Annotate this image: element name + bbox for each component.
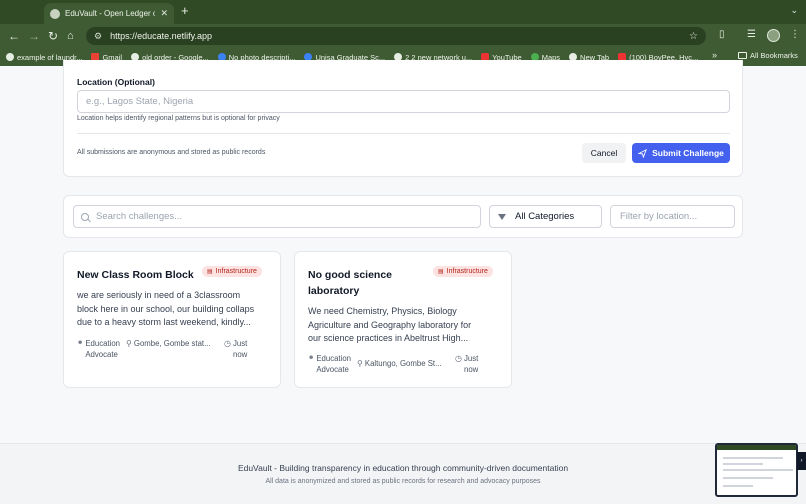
category-badge: ▤ Infrastructure xyxy=(202,266,262,277)
send-icon xyxy=(638,148,648,158)
filter-funnel-icon xyxy=(498,213,506,220)
description-line: due to a heavy storm last weekend, kindl… xyxy=(77,317,251,327)
challenge-description: we are seriously in need of a 3classroom… xyxy=(77,289,269,330)
new-tab-button[interactable]: + xyxy=(181,3,189,18)
google-icon xyxy=(6,53,14,61)
filter-bar: Search challenges... All Categories Filt… xyxy=(63,195,743,238)
location-text: Gombe, Gombe stat... xyxy=(133,339,211,348)
description-line: block here in our school, our building c… xyxy=(77,303,255,314)
submit-label: Submit Challenge xyxy=(652,148,724,158)
folder-icon xyxy=(738,52,747,59)
profile-avatar[interactable] xyxy=(767,29,780,42)
submit-challenge-button[interactable]: Submit Challenge xyxy=(632,143,730,163)
author-line: Education xyxy=(85,339,121,348)
thumbnail-line xyxy=(723,477,773,479)
author-line: Advocate xyxy=(316,365,349,374)
time-line: Just xyxy=(464,354,479,363)
description-line: we are seriously in need of a 3classroom xyxy=(77,290,241,300)
close-tab-icon[interactable]: ✕ xyxy=(160,8,168,19)
challenge-card[interactable]: No good science laboratory ▤ Infrastructu… xyxy=(294,251,512,388)
time-line: now xyxy=(464,365,479,374)
title-line: laboratory xyxy=(308,285,360,297)
category-value: All Categories xyxy=(515,211,575,222)
site-info-icon[interactable]: ⚙ xyxy=(94,31,102,42)
challenge-title[interactable]: No good science laboratory xyxy=(308,267,432,299)
browser-tab[interactable]: EduVault - Open Ledger of E… ✕ xyxy=(44,3,174,24)
challenge-description: We need Chemistry, Physics, Biology Agri… xyxy=(308,305,500,346)
tab-search-chevron-icon[interactable]: ⌄ xyxy=(790,5,798,16)
time-line: Just xyxy=(233,339,248,348)
challenge-title[interactable]: New Class Room Block xyxy=(77,267,201,283)
category-select[interactable]: All Categories xyxy=(489,205,602,228)
timestamp: ◷ Just now xyxy=(455,353,478,375)
address-url[interactable]: https://educate.netlify.app xyxy=(110,31,689,41)
user-icon: ☻ xyxy=(77,340,84,346)
user-icon: ☻ xyxy=(308,355,315,361)
thumbnail-line xyxy=(723,485,753,487)
map-pin-icon: ⚲ xyxy=(357,359,363,368)
thumbnail-expand-icon[interactable]: › xyxy=(797,452,806,470)
menu-kebab-icon[interactable]: ⋮ xyxy=(790,29,800,40)
description-line: Agriculture and Geography laboratory for xyxy=(308,319,472,330)
challenge-card[interactable]: New Class Room Block ▤ Infrastructure we … xyxy=(63,251,281,388)
location-help-text: Location helps identify regional pattern… xyxy=(77,115,280,122)
challenge-form-card: Location (Optional) e.g., Lagos State, N… xyxy=(63,60,743,177)
cancel-button[interactable]: Cancel xyxy=(582,143,626,163)
thumbnail-browser-bar xyxy=(717,445,796,450)
map-pin-icon: ⚲ xyxy=(126,339,132,348)
challenge-meta: ☻ Education Advocate ⚲ Gombe, Gombe stat...… xyxy=(77,338,272,360)
description-line: our science practices in Abeltrust High.… xyxy=(308,333,469,343)
author-line: Education xyxy=(316,354,352,363)
thumbnail-line xyxy=(723,463,763,465)
clock-icon: ◷ xyxy=(224,339,231,348)
author-line: Advocate xyxy=(85,350,118,359)
tab-title: EduVault - Open Ledger of E… xyxy=(65,9,156,18)
badge-label: Infrastructure xyxy=(215,268,257,275)
extensions-icon[interactable]: ▯ xyxy=(719,29,725,40)
author: ☻ Education Advocate xyxy=(77,338,120,360)
browser-tab-strip: EduVault - Open Ledger of E… ✕ + ⌄ xyxy=(0,0,806,24)
page-footer: EduVault - Building transparency in educ… xyxy=(0,443,806,504)
location: ⚲ Gombe, Gombe stat... xyxy=(126,338,218,360)
reload-icon[interactable]: ↻ xyxy=(48,28,58,44)
location-filter-input[interactable]: Filter by location... xyxy=(610,205,735,228)
thumbnail-line xyxy=(723,469,793,471)
building-icon: ▤ xyxy=(207,269,213,275)
search-input[interactable]: Search challenges... xyxy=(73,205,481,228)
challenge-meta: ☻ Education Advocate ⚲ Kaltungo, Gombe St..… xyxy=(308,353,503,375)
forward-arrow-icon[interactable]: → xyxy=(28,28,40,44)
media-controls-icon[interactable]: ☰ xyxy=(747,29,756,40)
building-icon: ▤ xyxy=(438,269,444,275)
search-icon xyxy=(81,212,89,221)
site-favicon-icon xyxy=(50,8,60,19)
footer-tagline: EduVault - Building transparency in educ… xyxy=(237,463,569,473)
home-icon[interactable]: ⌂ xyxy=(67,28,74,44)
thumbnail-line xyxy=(723,457,783,459)
search-placeholder: Search challenges... xyxy=(96,211,183,222)
all-bookmarks-button[interactable]: All Bookmarks xyxy=(738,51,798,60)
location-input[interactable]: e.g., Lagos State, Nigeria xyxy=(77,90,730,113)
badge-label: Infrastructure xyxy=(446,268,488,275)
title-line: No good science xyxy=(308,269,393,281)
timestamp: ◷ Just now xyxy=(224,338,247,360)
time-line: now xyxy=(233,350,248,359)
location: ⚲ Kaltungo, Gombe St... xyxy=(357,358,449,375)
address-bar[interactable]: ⚙ https://educate.netlify.app ☆ xyxy=(86,27,706,45)
back-arrow-icon[interactable]: ← xyxy=(8,28,20,44)
location-text: Kaltungo, Gombe St... xyxy=(364,359,442,368)
clock-icon: ◷ xyxy=(455,354,462,363)
description-line: We need Chemistry, Physics, Biology xyxy=(308,306,457,316)
bookmark-star-icon[interactable]: ☆ xyxy=(689,31,698,42)
screenshot-preview-thumbnail[interactable] xyxy=(715,443,798,497)
author: ☻ Education Advocate xyxy=(308,353,351,375)
footer-note: All data is anonymized and stored as pub… xyxy=(265,478,541,485)
all-bookmarks-label: All Bookmarks xyxy=(750,51,798,60)
browser-toolbar: ← → ↻ ⌂ ⚙ https://educate.netlify.app ☆ … xyxy=(0,24,806,48)
location-label: Location (Optional) xyxy=(77,77,155,87)
category-badge: ▤ Infrastructure xyxy=(433,266,493,277)
form-divider xyxy=(77,133,730,134)
anonymous-note: All submissions are anonymous and stored… xyxy=(77,149,266,156)
more-bookmarks-chevron-icon[interactable]: » xyxy=(712,50,717,60)
